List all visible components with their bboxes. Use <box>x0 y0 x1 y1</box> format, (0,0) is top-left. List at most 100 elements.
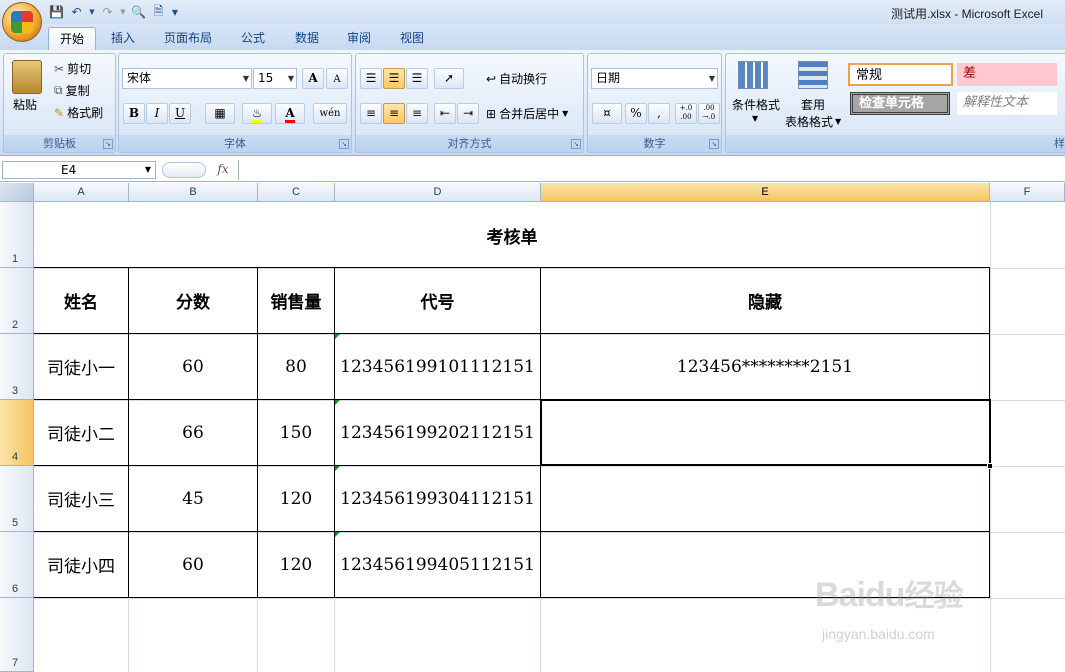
row-header-6[interactable]: 6 <box>0 532 34 598</box>
shrink-font-button[interactable]: A <box>326 68 348 89</box>
style-bad[interactable]: 差 <box>957 63 1057 86</box>
tab-review[interactable]: 审阅 <box>336 27 382 50</box>
fill-handle[interactable] <box>987 463 993 469</box>
bold-button[interactable]: B <box>123 103 145 124</box>
column-header-e[interactable]: E <box>541 183 990 202</box>
formula-input[interactable] <box>238 160 1065 180</box>
cell-name[interactable]: 司徒小二 <box>34 400 128 465</box>
row-header-2[interactable]: 2 <box>0 268 34 334</box>
column-header-c[interactable]: C <box>258 183 335 202</box>
wrap-text-button[interactable]: ↩ 自动换行 <box>486 70 547 87</box>
align-left-button[interactable]: ≡ <box>360 103 382 124</box>
copy-button[interactable]: ⧉ 复制 <box>54 82 90 99</box>
grow-font-button[interactable]: A <box>302 68 324 89</box>
cell-hidden[interactable] <box>541 466 989 531</box>
merge-center-button[interactable]: ⊞ 合并后居中 ▼ <box>486 105 568 122</box>
table-format-label-1[interactable]: 套用 <box>801 96 825 113</box>
clipboard-launcher-icon[interactable]: ↘ <box>103 139 113 149</box>
redo-icon[interactable]: ↷ <box>99 4 116 21</box>
column-header-b[interactable]: B <box>129 183 258 202</box>
border-button[interactable]: ▦ <box>205 103 235 124</box>
cell-code[interactable]: 123456199202112151 <box>335 400 540 465</box>
alignment-launcher-icon[interactable]: ↘ <box>571 139 581 149</box>
name-box[interactable]: E4 ▼ <box>2 161 156 179</box>
cell-score[interactable]: 60 <box>129 334 257 399</box>
header-hidden[interactable]: 隐藏 <box>541 268 989 333</box>
align-middle-button[interactable]: ☰ <box>383 68 405 89</box>
cell-hidden[interactable]: 123456********2151 <box>541 334 989 399</box>
office-button[interactable] <box>2 2 42 42</box>
decrease-indent-button[interactable]: ⇤ <box>434 103 456 124</box>
undo-icon[interactable]: ↶ <box>68 4 85 21</box>
currency-button[interactable]: ¤ <box>592 103 622 124</box>
style-check-cell[interactable]: 检查单元格 <box>850 92 950 115</box>
header-name[interactable]: 姓名 <box>34 268 128 333</box>
style-normal[interactable]: 常规 <box>848 63 953 86</box>
tab-data[interactable]: 数据 <box>284 27 330 50</box>
cell-sales[interactable]: 120 <box>258 532 334 597</box>
column-header-d[interactable]: D <box>335 183 541 202</box>
percent-button[interactable]: % <box>625 103 647 124</box>
header-sales[interactable]: 销售量 <box>258 268 334 333</box>
cell-name[interactable]: 司徒小一 <box>34 334 128 399</box>
cell-score[interactable]: 60 <box>129 532 257 597</box>
cell-sales[interactable]: 80 <box>258 334 334 399</box>
row-header-3[interactable]: 3 <box>0 334 34 400</box>
cut-button[interactable]: ✂ 剪切 <box>54 60 91 77</box>
print-preview-icon[interactable]: 🔍 <box>130 4 147 21</box>
tab-view[interactable]: 视图 <box>389 27 435 50</box>
orientation-button[interactable]: ➚ <box>434 68 464 89</box>
row-header-7[interactable]: 7 <box>0 598 34 672</box>
paste-icon[interactable] <box>12 60 42 94</box>
row-header-4[interactable]: 4 <box>0 400 34 466</box>
underline-button[interactable]: U <box>169 103 191 124</box>
tab-formulas[interactable]: 公式 <box>230 27 276 50</box>
cell-score[interactable]: 66 <box>129 400 257 465</box>
worksheet-grid[interactable]: A B C D E F 1 2 3 4 5 6 7 考核单 姓名 分数 销售量 … <box>0 183 1065 672</box>
customize-qat-icon[interactable]: ▼ <box>170 4 180 21</box>
row-header-1[interactable]: 1 <box>0 202 34 268</box>
align-center-button[interactable]: ≡ <box>383 103 405 124</box>
header-code[interactable]: 代号 <box>335 268 540 333</box>
header-score[interactable]: 分数 <box>129 268 257 333</box>
phonetic-guide-button[interactable]: wén <box>313 103 347 124</box>
comma-button[interactable]: , <box>648 103 670 124</box>
align-right-button[interactable]: ≡ <box>406 103 428 124</box>
decrease-decimal-button[interactable]: .00 →.0 <box>698 103 720 124</box>
column-header-a[interactable]: A <box>34 183 129 202</box>
align-bottom-button[interactable]: ☰ <box>406 68 428 89</box>
conditional-format-button[interactable]: 条件格式 <box>732 96 780 113</box>
paste-button[interactable]: 粘贴 <box>13 96 37 113</box>
active-cell-selection[interactable] <box>540 399 991 466</box>
font-name-combo[interactable]: 宋体 ▼ <box>122 68 252 89</box>
fill-color-button[interactable]: ♨ <box>242 103 272 124</box>
new-document-icon[interactable]: 🗎 <box>150 4 167 21</box>
number-launcher-icon[interactable]: ↘ <box>709 139 719 149</box>
format-painter-button[interactable]: ✎ 格式刷 <box>54 104 103 121</box>
sheet-title[interactable]: 考核单 <box>34 202 990 268</box>
tab-page-layout[interactable]: 页面布局 <box>153 27 223 50</box>
increase-decimal-button[interactable]: +.0 .00 <box>675 103 697 124</box>
cell-name[interactable]: 司徒小三 <box>34 466 128 531</box>
font-launcher-icon[interactable]: ↘ <box>339 139 349 149</box>
tab-insert[interactable]: 插入 <box>100 27 146 50</box>
row-header-5[interactable]: 5 <box>0 466 34 532</box>
font-size-combo[interactable]: 15 ▼ <box>253 68 297 89</box>
cell-score[interactable]: 45 <box>129 466 257 531</box>
table-format-button[interactable]: 表格格式 ▼ <box>785 113 841 130</box>
cell-name[interactable]: 司徒小四 <box>34 532 128 597</box>
font-color-button[interactable]: A <box>275 103 305 124</box>
tab-home[interactable]: 开始 <box>48 27 97 50</box>
column-header-f[interactable]: F <box>990 183 1065 202</box>
formula-bar-resize-handle[interactable] <box>162 162 206 178</box>
cell-sales[interactable]: 150 <box>258 400 334 465</box>
save-icon[interactable]: 💾 <box>48 4 65 21</box>
insert-function-button[interactable]: fx <box>210 160 236 180</box>
cell-code[interactable]: 123456199405112151 <box>335 532 540 597</box>
style-explanatory[interactable]: 解释性文本 <box>957 92 1057 115</box>
cell-code[interactable]: 123456199101112151 <box>335 334 540 399</box>
cell-code[interactable]: 123456199304112151 <box>335 466 540 531</box>
number-format-combo[interactable]: 日期 ▼ <box>591 68 718 89</box>
cell-sales[interactable]: 120 <box>258 466 334 531</box>
redo-dropdown-icon[interactable]: ▼ <box>119 4 127 21</box>
